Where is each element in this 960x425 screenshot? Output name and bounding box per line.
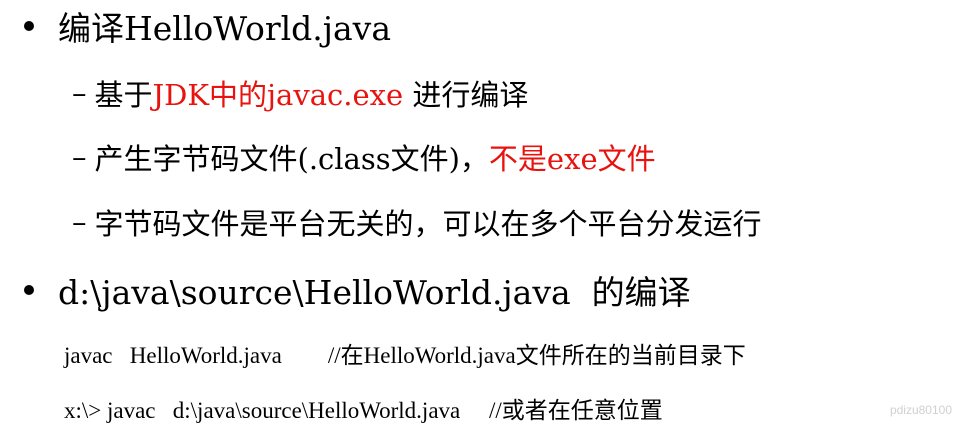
code-command: x:\> javac d:\java\source\HelloWorld.jav… — [64, 398, 461, 423]
code-command: javac HelloWorld.java — [64, 343, 282, 368]
dash: – — [72, 140, 87, 174]
subitem-highlight: 不是exe文件 — [488, 142, 656, 176]
subitem-prefix: 基于 — [94, 78, 153, 112]
subitem-bytecode: – 产生字节码文件(.class文件)， 不是exe文件 — [72, 136, 656, 178]
bullet-text: d:\java\source\HelloWorld.java 的编译 — [58, 273, 691, 312]
bullet-dot — [24, 21, 34, 31]
subitem-text: 字节码文件是平台无关的，可以在多个平台分发运行 — [94, 207, 762, 241]
code-line-2: x:\> javac d:\java\source\HelloWorld.jav… — [64, 391, 663, 425]
subitem-platform-independent: – 字节码文件是平台无关的，可以在多个平台分发运行 — [72, 201, 762, 243]
bullet-text: 编译HelloWorld.java — [58, 9, 391, 48]
dash: – — [72, 205, 87, 239]
code-comment: //或者在任意位置 — [488, 398, 663, 423]
subitem-prefix: 产生字节码文件(.class文件)， — [94, 142, 489, 176]
code-line-1: javac HelloWorld.java //在HelloWorld.java… — [64, 336, 746, 370]
code-comment: //在HelloWorld.java文件所在的当前目录下 — [327, 343, 746, 368]
subitem-jdk-javac: – 基于 JDK中的javac.exe 进行编译 — [72, 72, 528, 114]
bullet-dot — [24, 285, 34, 295]
watermark: pdizu80100 — [889, 403, 952, 417]
subitem-highlight: JDK中的javac.exe — [152, 78, 404, 112]
bullet-compile-path: d:\java\source\HelloWorld.java 的编译 — [24, 266, 691, 314]
bullet-compile-helloworld: 编译HelloWorld.java — [24, 2, 391, 50]
subitem-suffix: 进行编译 — [403, 78, 529, 112]
dash: – — [72, 76, 87, 110]
